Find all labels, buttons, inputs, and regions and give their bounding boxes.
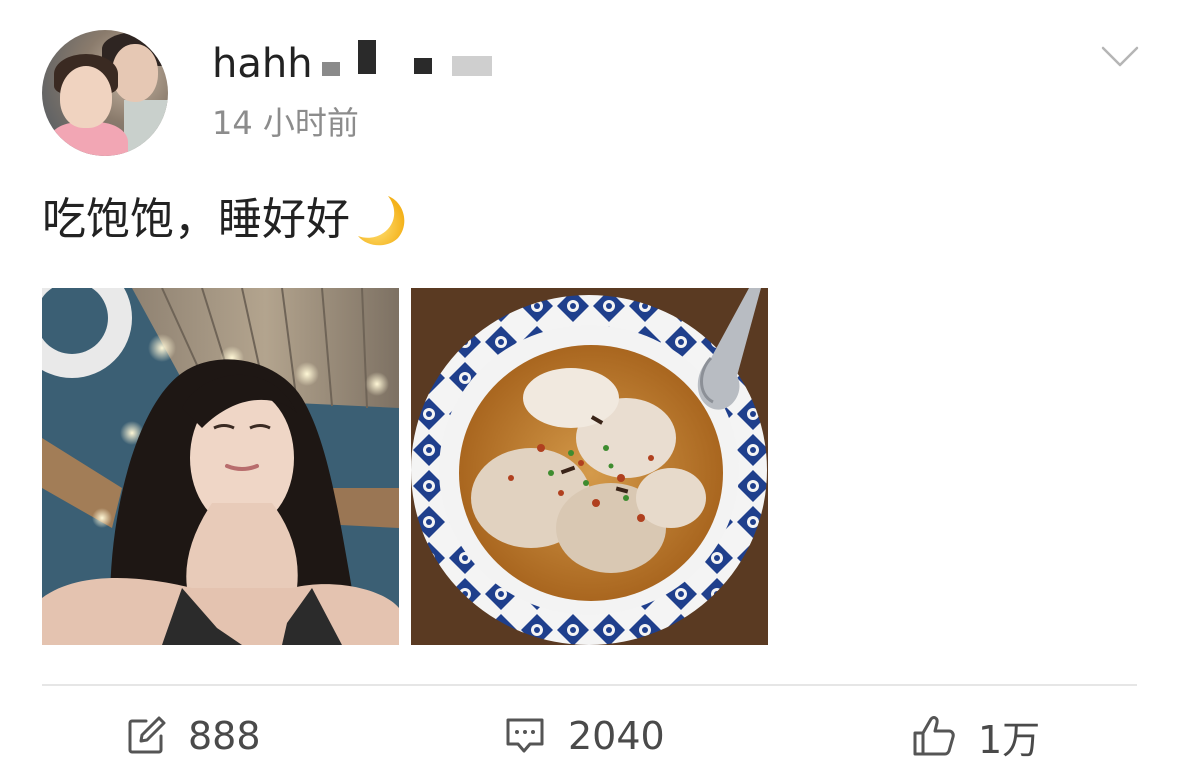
like-count: 1万	[978, 717, 1041, 762]
post-text-row: 吃饱饱，睡好好	[42, 190, 414, 250]
avatar-detail	[124, 100, 168, 156]
more-options-button[interactable]	[1100, 42, 1140, 72]
username-redaction	[452, 56, 492, 76]
thumbs-up-icon	[913, 716, 955, 756]
avatar[interactable]	[42, 30, 168, 156]
like-button[interactable]: 1万	[912, 706, 1040, 766]
post-timestamp: 14 小时前	[212, 104, 359, 142]
selfie-photo[interactable]	[42, 288, 399, 645]
username-redaction	[358, 40, 376, 74]
repost-count: 888	[188, 714, 261, 758]
repost-icon	[128, 716, 166, 754]
comment-icon	[506, 718, 544, 753]
repost-button[interactable]: 888	[126, 706, 261, 766]
divider	[42, 684, 1137, 686]
crescent-moon-icon	[358, 196, 405, 246]
comment-count: 2040	[568, 714, 665, 758]
username-redaction	[414, 58, 432, 74]
selfie-image	[42, 288, 399, 645]
username-redaction	[322, 62, 340, 76]
chevron-down-icon	[1101, 46, 1139, 67]
username[interactable]: hahh	[212, 38, 313, 90]
avatar-detail	[60, 66, 112, 128]
food-bowl-photo[interactable]	[411, 288, 768, 645]
comment-button[interactable]: 2040	[504, 706, 665, 766]
post-text: 吃饱饱，睡好好	[42, 194, 350, 245]
food-image	[411, 288, 768, 645]
avatar-detail	[112, 44, 158, 102]
